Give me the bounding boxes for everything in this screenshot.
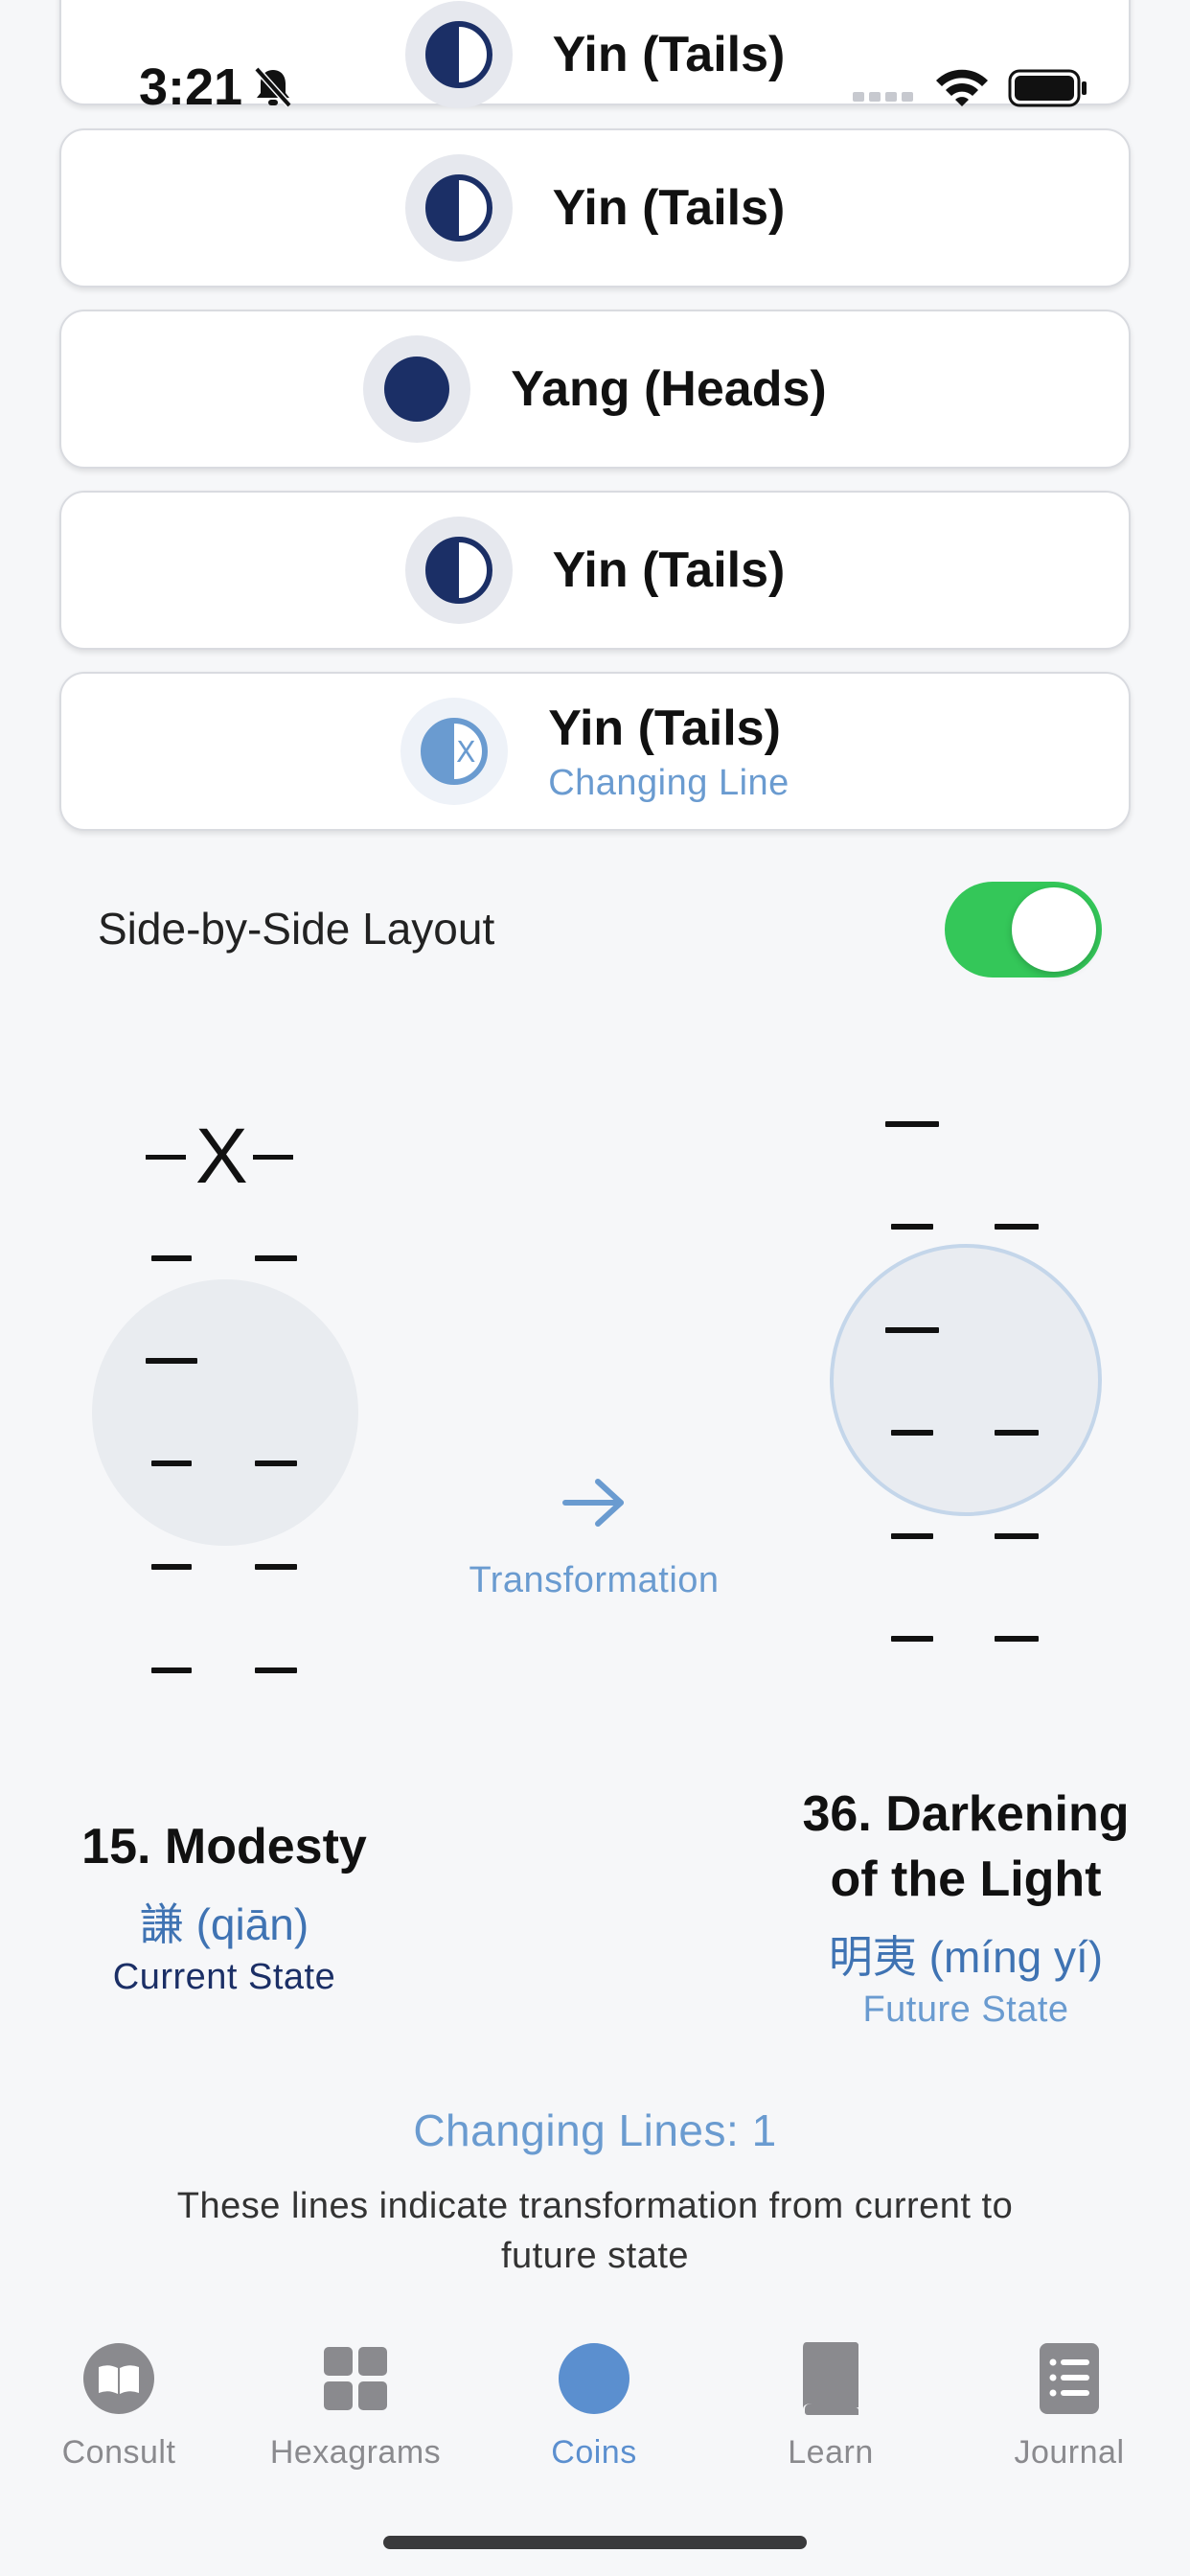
coin-result-label: Yin (Tails) xyxy=(552,542,786,598)
switch-knob xyxy=(1012,887,1096,972)
coin-result-card: Yin (Tails) xyxy=(59,491,1131,650)
coin-result-label: Yang (Heads) xyxy=(511,361,827,417)
transformation-label: Transformation xyxy=(469,1560,720,1600)
grid-icon xyxy=(324,2347,387,2410)
changing-coin-icon: X xyxy=(421,718,489,785)
future-hexagram-highlight xyxy=(830,1244,1102,1516)
book-icon xyxy=(803,2342,858,2415)
hexagram-line xyxy=(891,1636,933,1642)
bell-slash-icon xyxy=(254,66,292,108)
hexagram-line xyxy=(885,1327,939,1333)
side-by-side-switch[interactable] xyxy=(945,882,1102,978)
hexagram-line xyxy=(885,1121,939,1127)
hexagram-line xyxy=(255,1255,297,1261)
coin-result-card: Yin (Tails) xyxy=(59,128,1131,288)
hexagram-line xyxy=(995,1533,1039,1539)
home-indicator xyxy=(383,2536,807,2549)
side-by-side-label: Side-by-Side Layout xyxy=(98,904,495,954)
tab-coins[interactable]: Coins xyxy=(489,2342,699,2486)
coin-ring xyxy=(404,154,513,262)
changing-lines-count: Changing Lines: 1 xyxy=(413,2105,777,2155)
tab-label: Learn xyxy=(788,2434,874,2471)
changing-x-glyph: X xyxy=(195,1113,248,1200)
hexagram-line xyxy=(151,1460,192,1466)
changing-lines-description: These lines indicate transformation from… xyxy=(176,2186,1014,2276)
hexagram-line xyxy=(995,1224,1039,1230)
tab-consult[interactable]: Consult xyxy=(13,2342,224,2486)
tab-label: Hexagrams xyxy=(269,2434,442,2471)
half-moon-coin-icon xyxy=(424,174,492,242)
hexagram-line xyxy=(151,1564,192,1570)
tab-label: Coins xyxy=(551,2434,637,2471)
current-hexagram-highlight xyxy=(92,1279,358,1546)
tab-hexagrams[interactable]: Hexagrams xyxy=(250,2342,461,2486)
hexagram-line xyxy=(255,1564,297,1570)
tab-journal[interactable]: Journal xyxy=(964,2342,1175,2486)
coin-result-card: Yang (Heads) xyxy=(59,310,1131,469)
hexagram-line xyxy=(891,1224,933,1230)
wifi-icon xyxy=(936,69,988,106)
changing-line-label: Changing Line xyxy=(548,762,790,803)
current-hexagram-title: 15. Modesty xyxy=(81,1819,367,1874)
battery-icon xyxy=(1008,69,1087,107)
hexagram-line xyxy=(995,1430,1039,1436)
half-moon-coin-icon xyxy=(424,537,492,604)
arrow-right-icon xyxy=(562,1479,624,1527)
list-icon xyxy=(1040,2343,1099,2414)
coin-ring xyxy=(404,517,513,624)
hexagram-line xyxy=(255,1460,297,1466)
coin-ring: X xyxy=(400,698,509,805)
status-time: 3:21 xyxy=(139,58,243,116)
future-hexagram-title-line2: of the Light xyxy=(830,1852,1102,1907)
coin-ring xyxy=(363,335,471,443)
side-by-side-toggle-row: Side-by-Side Layout xyxy=(98,882,1104,983)
future-hexagram-chinese: 明夷 (míng yí) xyxy=(828,1932,1104,1982)
coin-result-label: Yin (Tails) xyxy=(548,700,781,756)
cellular-signal-icon xyxy=(853,92,913,102)
hexagram-line xyxy=(891,1533,933,1539)
changing-line-marker: X xyxy=(146,1112,309,1200)
svg-text:X: X xyxy=(456,736,476,770)
hexagram-line xyxy=(151,1668,192,1673)
current-state-label: Current State xyxy=(112,1957,336,1997)
hexagram-line xyxy=(255,1668,297,1673)
tab-label: Journal xyxy=(1014,2434,1125,2471)
future-state-label: Future State xyxy=(862,1990,1069,2030)
coin-result-label: Yin (Tails) xyxy=(552,180,786,236)
coin-icon xyxy=(559,2343,629,2414)
hexagram-line xyxy=(995,1636,1039,1642)
coin-result-card-changing: X Yin (Tails) Changing Line xyxy=(59,672,1131,831)
open-book-icon xyxy=(83,2343,154,2414)
tab-label: Consult xyxy=(61,2434,176,2471)
hexagram-line xyxy=(151,1255,192,1261)
status-bar: 3:21 xyxy=(0,54,1190,121)
hexagram-line xyxy=(146,1358,197,1364)
current-hexagram-chinese: 謙 (qiān) xyxy=(139,1899,309,1949)
hexagram-line xyxy=(891,1430,933,1436)
full-coin-icon xyxy=(384,356,450,422)
future-hexagram-title-line1: 36. Darkening xyxy=(802,1786,1130,1842)
tab-learn[interactable]: Learn xyxy=(725,2342,936,2486)
